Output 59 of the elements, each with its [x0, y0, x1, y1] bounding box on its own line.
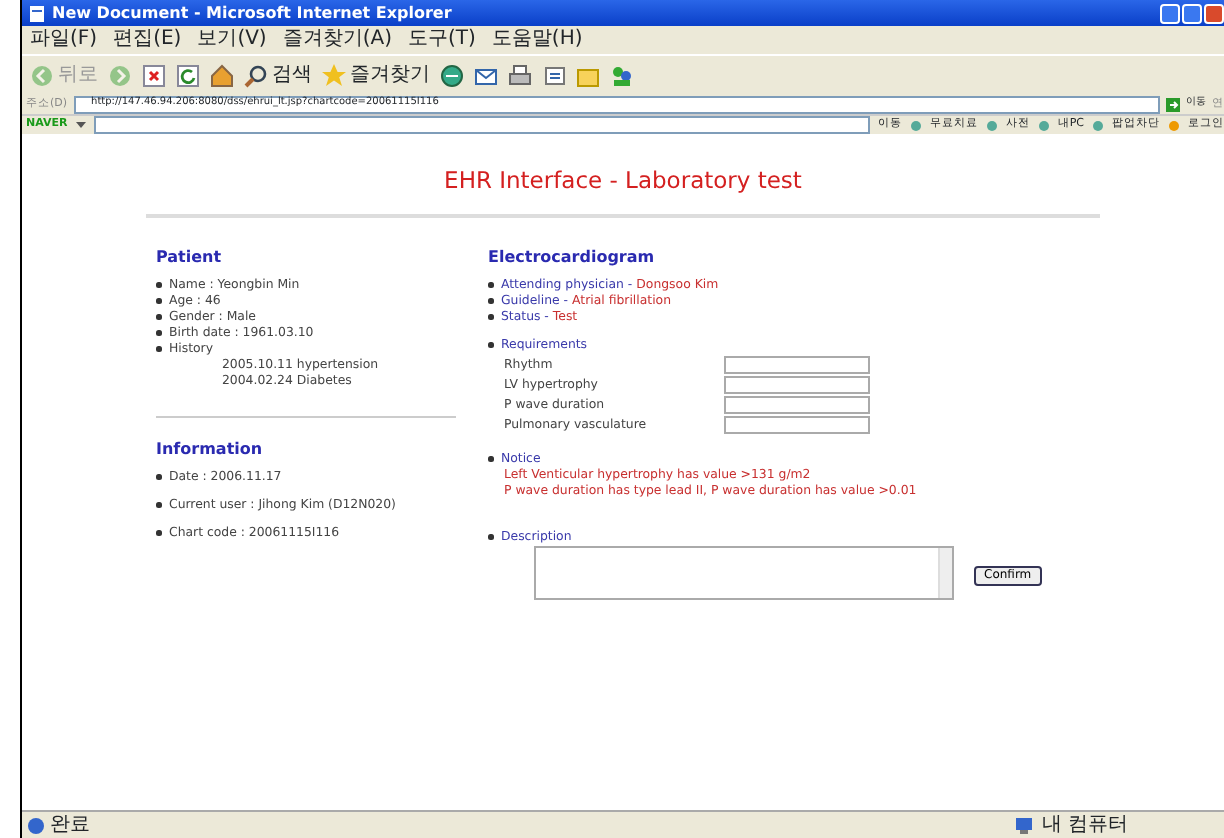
status-text: 완료 [50, 815, 90, 835]
media-icon[interactable] [440, 63, 464, 87]
printer-icon[interactable] [508, 63, 532, 87]
link-icon[interactable] [909, 119, 922, 131]
bullet-icon [156, 502, 161, 508]
text-field[interactable] [724, 376, 870, 394]
bullet-icon [488, 298, 493, 304]
zone-text: 내 컴퓨터 [1041, 815, 1128, 835]
bullet-icon [488, 534, 493, 540]
bullet-icon [488, 342, 493, 348]
link-icon[interactable] [985, 119, 998, 131]
menu-item[interactable]: 도움말(H) [491, 30, 583, 50]
bullet-icon [488, 314, 493, 320]
caret-icon[interactable] [75, 120, 86, 130]
bullet-icon [488, 456, 493, 462]
close-button[interactable] [1204, 3, 1224, 23]
maximize-button[interactable] [1182, 3, 1202, 23]
section-heading: Electrocardiogram [488, 249, 657, 265]
favorites-button-label[interactable]: 즐겨찾기 [350, 65, 430, 85]
page-icon [28, 3, 46, 23]
bullet-icon [156, 330, 161, 336]
folder-icon[interactable] [576, 63, 600, 87]
bullet-icon [488, 282, 493, 288]
scrollbar[interactable] [938, 547, 952, 597]
bullet-icon [156, 298, 161, 304]
bullet-icon [156, 314, 161, 320]
stop-icon[interactable] [142, 63, 166, 87]
page-title: EHR Interface - Laboratory test [442, 170, 804, 193]
search-icon[interactable] [244, 63, 268, 87]
menu-item[interactable]: 도구(T) [408, 30, 476, 50]
go-icon[interactable] [1166, 97, 1180, 111]
refresh-icon[interactable] [176, 63, 200, 87]
text-field[interactable] [724, 356, 870, 374]
section-heading: Information [156, 441, 265, 457]
menu-item[interactable]: 파일(F) [30, 30, 98, 50]
window-title: New Document - Microsoft Internet Explorer [52, 4, 452, 22]
minimize-button[interactable] [1160, 3, 1180, 23]
bullet-icon [156, 530, 161, 536]
link-icon[interactable] [1037, 119, 1050, 131]
search-button-label[interactable]: 검색 [272, 65, 312, 85]
bullet-icon [156, 474, 161, 480]
menu-item[interactable]: 보기(V) [197, 30, 267, 50]
text-field[interactable] [724, 396, 870, 414]
bullet-icon [156, 346, 161, 352]
bullet-icon [156, 282, 161, 288]
link-icon[interactable] [1092, 119, 1104, 131]
text-field[interactable] [724, 416, 870, 434]
computer-icon [1013, 815, 1034, 835]
home-icon[interactable] [210, 63, 234, 87]
section-heading: Patient [156, 249, 224, 265]
star-icon[interactable] [322, 63, 346, 87]
page-icon [26, 815, 46, 835]
mail-icon[interactable] [474, 63, 498, 87]
login-icon[interactable] [1168, 119, 1180, 131]
menu-item[interactable]: 편집(E) [113, 30, 182, 50]
menu-item[interactable]: 즐겨찾기(A) [282, 30, 392, 50]
people-icon[interactable] [610, 63, 634, 87]
document-icon[interactable] [542, 63, 566, 87]
description-field[interactable] [534, 545, 954, 599]
